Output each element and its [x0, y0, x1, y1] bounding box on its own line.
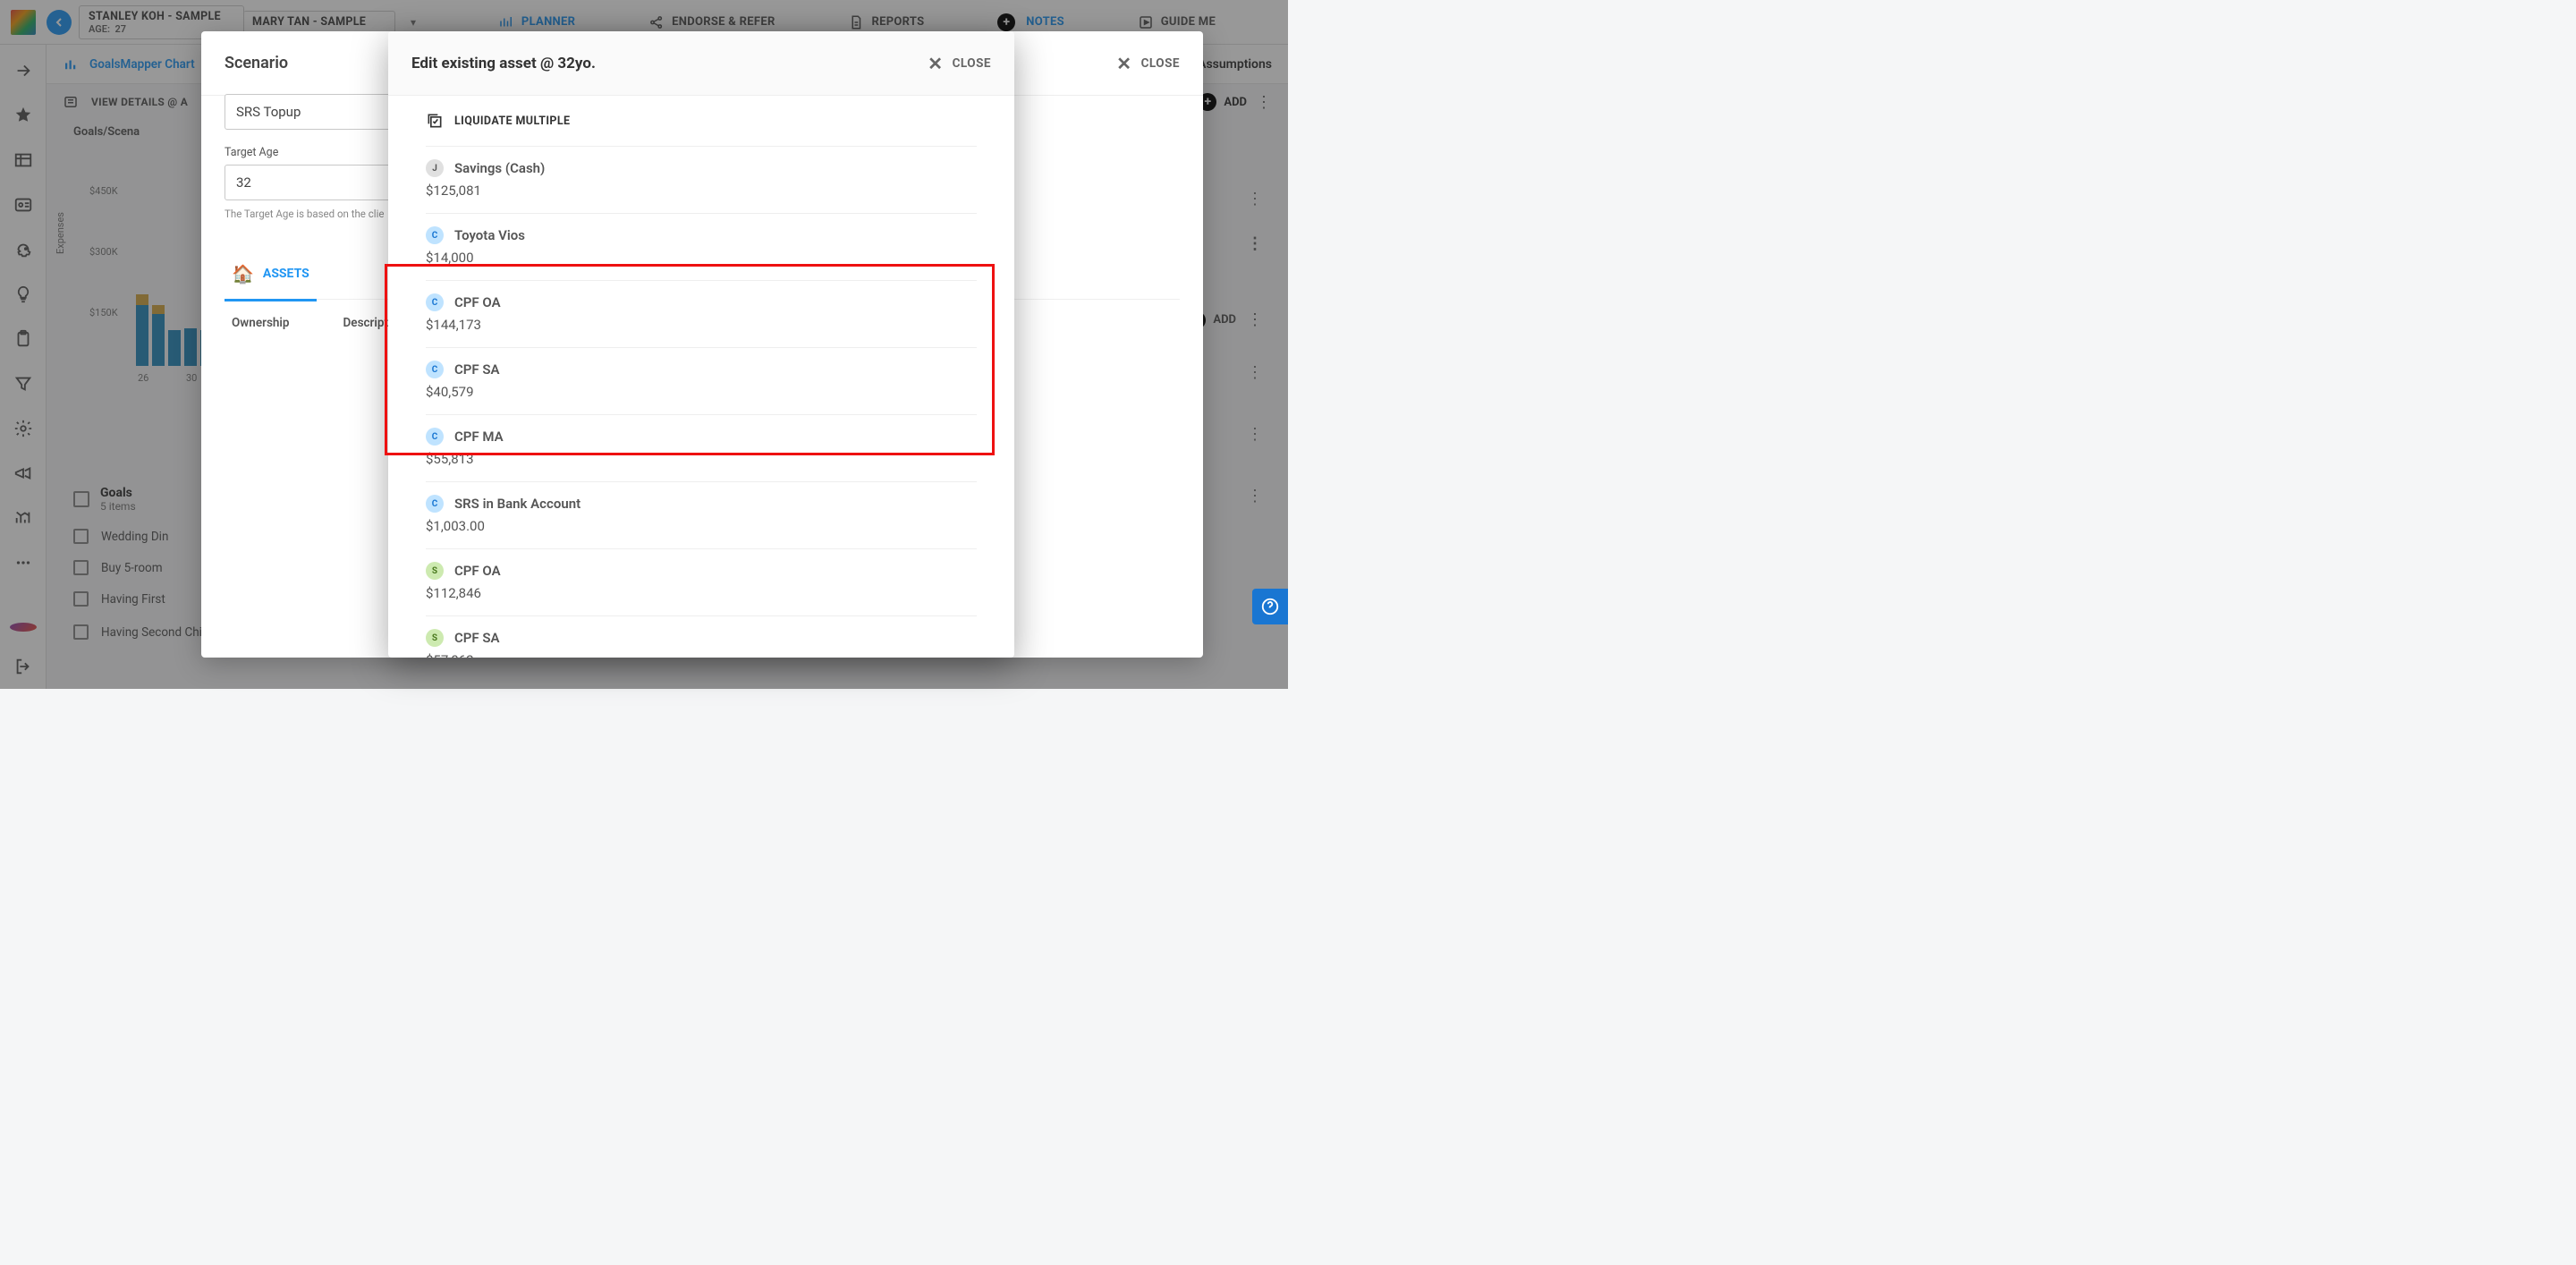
- asset-value: $144,173: [426, 317, 977, 333]
- asset-name: CPF MA: [454, 429, 504, 445]
- asset-row[interactable]: C SRS in Bank Account $1,003.00: [426, 482, 977, 549]
- owner-badge: J: [426, 159, 444, 177]
- asset-value: $112,846: [426, 585, 977, 601]
- asset-value: $55,813: [426, 451, 977, 467]
- assets-tab-label: ASSETS: [263, 267, 309, 281]
- owner-badge: S: [426, 562, 444, 580]
- asset-row[interactable]: S CPF SA $57,062: [426, 616, 977, 658]
- col-ownership: Ownership: [232, 316, 290, 330]
- close-label: CLOSE: [1141, 56, 1180, 71]
- edit-asset-modal: Edit existing asset @ 32yo. ✕ CLOSE LIQU…: [388, 31, 1014, 658]
- modal-title: Scenario: [225, 54, 288, 72]
- asset-row[interactable]: S CPF OA $112,846: [426, 549, 977, 616]
- asset-name: CPF SA: [454, 630, 500, 646]
- asset-row[interactable]: C CPF OA $144,173: [426, 281, 977, 348]
- close-button[interactable]: ✕ CLOSE: [1116, 55, 1180, 72]
- asset-list: J Savings (Cash) $125,081 C Toyota Vios $14,0…: [426, 147, 977, 658]
- owner-badge: C: [426, 226, 444, 244]
- liquidate-multiple-button[interactable]: LIQUIDATE MULTIPLE: [426, 103, 977, 147]
- asset-value: $57,062: [426, 652, 977, 658]
- col-description: Descripti: [343, 316, 392, 330]
- asset-value: $125,081: [426, 183, 977, 199]
- asset-row[interactable]: J Savings (Cash) $125,081: [426, 147, 977, 214]
- asset-name: Savings (Cash): [454, 160, 545, 176]
- asset-row[interactable]: C CPF MA $55,813: [426, 415, 977, 482]
- asset-value: $1,003.00: [426, 518, 977, 534]
- close-icon: ✕: [1116, 55, 1131, 72]
- asset-name: SRS in Bank Account: [454, 496, 580, 512]
- owner-badge: C: [426, 495, 444, 513]
- owner-badge: S: [426, 629, 444, 647]
- asset-name: CPF OA: [454, 563, 501, 579]
- question-icon: [1260, 597, 1280, 616]
- modal-title: Edit existing asset @ 32yo.: [411, 55, 596, 72]
- asset-name: CPF OA: [454, 294, 501, 310]
- close-label: CLOSE: [953, 56, 991, 71]
- asset-value: $40,579: [426, 384, 977, 400]
- assets-tab[interactable]: 🏠 ASSETS: [225, 247, 317, 301]
- house-icon: 🏠: [232, 263, 254, 284]
- owner-badge: C: [426, 293, 444, 311]
- asset-value: $14,000: [426, 250, 977, 266]
- asset-row[interactable]: C CPF SA $40,579: [426, 348, 977, 415]
- asset-name: Toyota Vios: [454, 227, 525, 243]
- layers-check-icon: [426, 112, 444, 130]
- asset-row[interactable]: C Toyota Vios $14,000: [426, 214, 977, 281]
- close-icon: ✕: [928, 55, 943, 72]
- owner-badge: C: [426, 361, 444, 378]
- liquidate-label: LIQUIDATE MULTIPLE: [454, 115, 570, 128]
- asset-name: CPF SA: [454, 361, 500, 378]
- help-float-button[interactable]: [1252, 589, 1288, 624]
- close-button[interactable]: ✕ CLOSE: [928, 55, 991, 72]
- owner-badge: C: [426, 428, 444, 446]
